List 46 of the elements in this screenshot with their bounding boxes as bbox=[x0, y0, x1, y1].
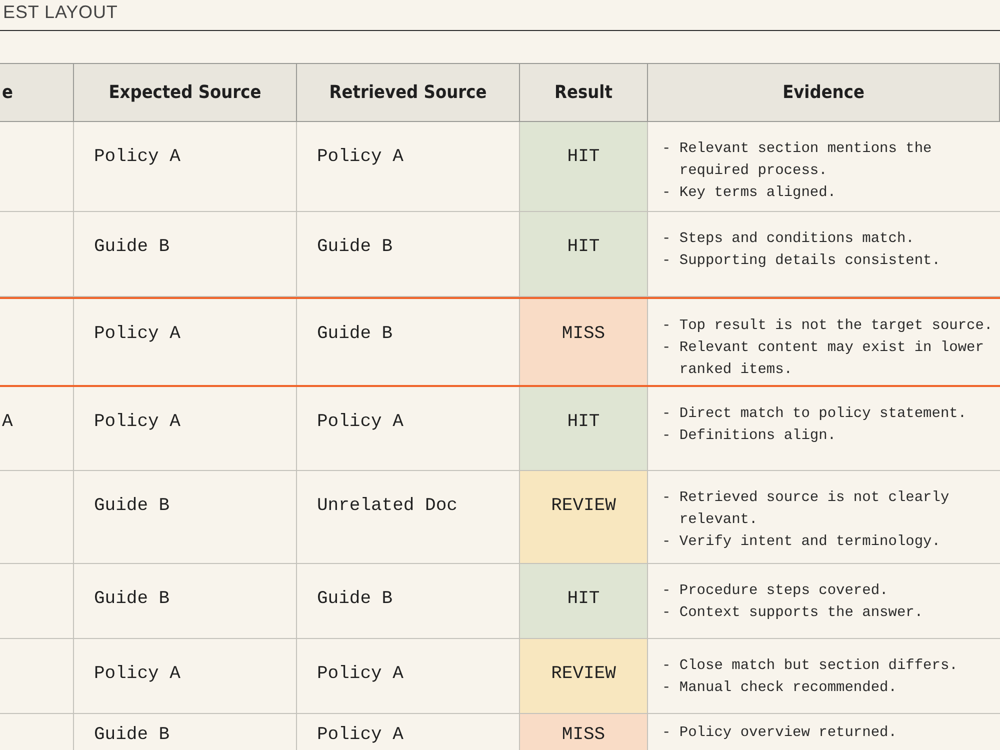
result-cell: REVIEW bbox=[520, 471, 648, 563]
table-cell: Guide B bbox=[317, 237, 393, 257]
evidence-note: - Procedure steps covered. bbox=[662, 582, 890, 601]
result-cell: HIT bbox=[520, 122, 648, 211]
table-cell: Policy A bbox=[94, 412, 180, 432]
table-cell: Guide B bbox=[317, 589, 393, 609]
evidence-note: - Close match but section differs. bbox=[662, 657, 959, 676]
table-cell: Guide B bbox=[94, 725, 170, 745]
result-cell: MISS bbox=[520, 714, 648, 750]
table-cell: Policy A bbox=[317, 147, 404, 167]
column-header: Expected Source bbox=[74, 64, 297, 121]
table-cell: Policy A bbox=[94, 664, 180, 684]
table-cell: Guide B bbox=[317, 324, 393, 344]
column-header: Evidence bbox=[648, 64, 1000, 121]
evidence-note: - Definitions align. bbox=[662, 427, 838, 446]
table-cell: Policy A bbox=[317, 664, 404, 684]
column-header: e bbox=[0, 64, 74, 121]
result-cell: HIT bbox=[520, 564, 648, 638]
result-cell: REVIEW bbox=[520, 639, 648, 713]
column-header: Result bbox=[520, 64, 648, 121]
evidence-note: - Direct match to policy statement. bbox=[662, 405, 968, 424]
table-cell: Policy A bbox=[317, 725, 404, 745]
table-cell: Guide B bbox=[94, 237, 170, 257]
table-cell: Unrelated Doc bbox=[317, 496, 458, 516]
evidence-note: - Context supports the answer. bbox=[662, 604, 924, 623]
evidence-note: - Verify intent and terminology. bbox=[662, 533, 942, 552]
table-cell: A bbox=[2, 412, 13, 432]
evidence-note: - Top result is not the target source. bbox=[662, 317, 994, 336]
table-cell: Guide B bbox=[94, 589, 170, 609]
result-cell: MISS bbox=[520, 299, 648, 385]
evidence-note: - Key terms aligned. bbox=[662, 184, 838, 203]
column-header: Retrieved Source bbox=[297, 64, 520, 121]
page-title: EST LAYOUT bbox=[2, 2, 118, 22]
evidence-note: - Relevant content may exist in lower ranked items. bbox=[662, 339, 985, 380]
evidence-note: - Supporting details consistent. bbox=[662, 252, 942, 271]
evidence-note: - Relevant section mentions the required process. bbox=[662, 140, 933, 181]
table-cell: Policy A bbox=[94, 147, 180, 167]
table-cell: Policy A bbox=[317, 412, 404, 432]
evidence-note: - Steps and conditions match. bbox=[662, 230, 916, 249]
table-cell: Policy A bbox=[94, 324, 180, 344]
result-cell: HIT bbox=[520, 387, 648, 470]
evidence-note: - Retrieved source is not clearly relevant. bbox=[662, 489, 950, 530]
table-cell: Guide B bbox=[94, 496, 170, 516]
result-cell: HIT bbox=[520, 212, 648, 296]
evidence-note: - Manual check recommended. bbox=[662, 679, 898, 698]
evidence-note: - Policy overview returned. bbox=[662, 724, 898, 743]
